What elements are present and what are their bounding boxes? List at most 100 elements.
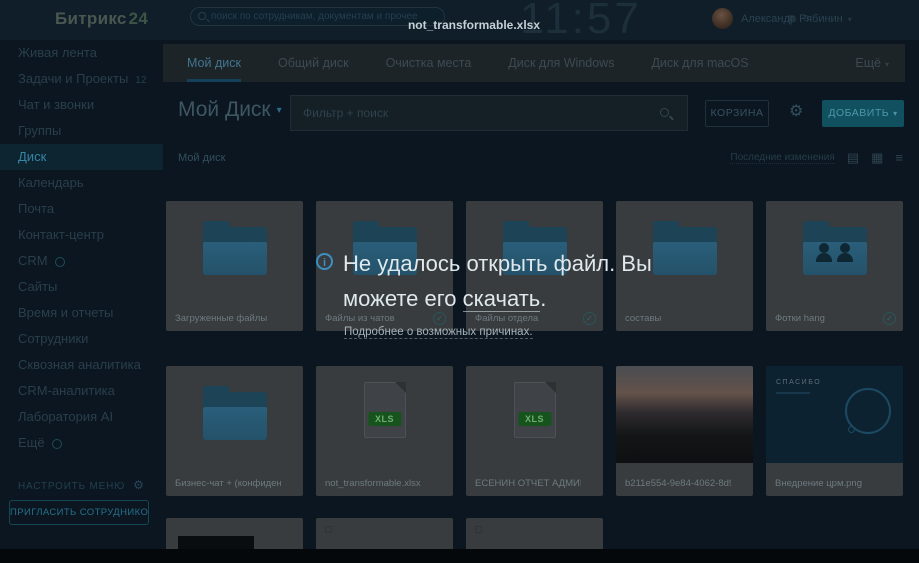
- sidebar-item-label: Задачи и Проекты: [18, 71, 129, 86]
- chevron-down-icon: ▾: [893, 109, 898, 118]
- gear-icon: ⚙: [133, 478, 145, 492]
- chevron-down-icon: ▾: [276, 104, 282, 116]
- trash-button[interactable]: КОРЗИНА: [705, 100, 769, 127]
- file-name: Загруженные файлы: [175, 313, 268, 324]
- tab-cleanup[interactable]: Очистка места: [386, 44, 472, 82]
- invite-employees-button[interactable]: ПРИГЛАСИТЬ СОТРУДНИКОВ +: [9, 500, 149, 525]
- sidebar-item-more[interactable]: Ещё: [0, 430, 163, 456]
- sidebar-item-ai-lab[interactable]: Лаборатория AI: [0, 404, 163, 430]
- sidebar-item-label: Живая лента: [18, 45, 97, 60]
- recent-changes-link[interactable]: Последние изменения: [730, 152, 835, 164]
- folder-icon: [202, 386, 267, 440]
- tab-label: Диск для Windows: [508, 56, 615, 70]
- file-name: Фотки hang: [775, 313, 825, 324]
- filter-search-box: [290, 95, 688, 131]
- sidebar-item-calendar[interactable]: Календарь: [0, 170, 163, 196]
- details-link[interactable]: Подробнее о возможных причинах.: [344, 326, 533, 339]
- file-tile[interactable]: Бизнес-чат + (конфиденци...: [166, 366, 303, 496]
- sidebar-item-label: Сотрудники: [18, 331, 89, 346]
- file-name: not_transformable.xlsx: [325, 478, 421, 489]
- sidebar-item-crm[interactable]: CRM: [0, 248, 163, 274]
- tile-view-icon[interactable]: ▤: [847, 150, 859, 166]
- sidebar-item-label: Лаборатория AI: [18, 409, 114, 424]
- grid-view-icon[interactable]: ▦: [871, 150, 883, 166]
- tab-my-disk[interactable]: Мой диск: [187, 44, 241, 82]
- page-fold: [394, 382, 406, 393]
- viewer-file-title: not_transformable.xlsx: [407, 18, 541, 32]
- tab-shared-disk[interactable]: Общий диск: [278, 44, 349, 82]
- tab-disk-macos[interactable]: Диск для macOS: [651, 44, 748, 82]
- counter-badge: [51, 438, 62, 449]
- sidebar-item-label: CRM-аналитика: [18, 383, 115, 398]
- person-icon: [815, 243, 832, 262]
- tab-more[interactable]: Ещё ▾: [855, 44, 889, 82]
- sidebar-item-disk[interactable]: Диск: [0, 144, 163, 170]
- search-icon[interactable]: [660, 108, 669, 117]
- add-button[interactable]: ДОБАВИТЬ ▾: [822, 100, 904, 127]
- sidebar-item-analytics[interactable]: Сквозная аналитика: [0, 352, 163, 378]
- sidebar-item-contact-center[interactable]: Контакт-центр: [0, 222, 163, 248]
- file-name: Бизнес-чат + (конфиденци...: [175, 478, 281, 489]
- list-view-controls: Последние изменения ▤ ▦ ≡: [730, 150, 903, 166]
- file-tile[interactable]: Фотки hang ✓: [766, 201, 903, 331]
- user-menu[interactable]: Александр Рябинин ▾: [741, 13, 852, 25]
- page-title[interactable]: Мой Диск ▾: [178, 98, 282, 122]
- counter-badge: 12: [135, 75, 147, 86]
- sidebar-item-sites[interactable]: Сайты: [0, 274, 163, 300]
- chevron-down-icon: ▾: [884, 60, 889, 69]
- folder-icon: [202, 221, 267, 275]
- filter-search-input[interactable]: [303, 97, 653, 129]
- file-icon: [475, 526, 482, 533]
- bottom-bar: [0, 549, 919, 563]
- configure-menu-button[interactable]: НАСТРОИТЬ МЕНЮ ⚙: [18, 478, 145, 492]
- xls-file-icon: XLS: [513, 382, 556, 438]
- file-tile[interactable]: СПАСИБО Внедрение црм.png: [766, 366, 903, 496]
- sidebar-item-employees[interactable]: Сотрудники: [0, 326, 163, 352]
- sidebar-item-mail[interactable]: Почта: [0, 196, 163, 222]
- thumbnail-line: [776, 392, 810, 394]
- sidebar-item-crm-analytics[interactable]: CRM-аналитика: [0, 378, 163, 404]
- file-tile[interactable]: XLS ЕСЕНИН ОТЧЕТ АДМИНИ...: [466, 366, 603, 496]
- file-name: ЕСЕНИН ОТЧЕТ АДМИНИ...: [475, 478, 581, 489]
- xls-badge: XLS: [517, 412, 552, 426]
- counter-badge: [54, 256, 65, 267]
- sidebar-item-label: Почта: [18, 201, 55, 216]
- info-icon: i: [316, 253, 333, 270]
- breadcrumb[interactable]: Мой диск: [178, 152, 225, 164]
- shared-folder-icon: [802, 221, 867, 275]
- file-tile[interactable]: XLS not_transformable.xlsx: [316, 366, 453, 496]
- logo-24: 24: [128, 9, 149, 28]
- thumbnail-text: СПАСИБО: [776, 379, 822, 386]
- chevron-down-icon: ▾: [847, 15, 852, 24]
- tab-label: Общий диск: [277, 56, 349, 70]
- sidebar-item-chat[interactable]: Чат и звонки: [0, 92, 163, 118]
- settings-gear-icon[interactable]: ⚙: [789, 101, 803, 121]
- sidebar-item-label: Контакт-центр: [18, 227, 105, 242]
- sidebar-item-time[interactable]: Время и отчеты: [0, 300, 163, 326]
- dot-graphic: [848, 426, 855, 433]
- download-link[interactable]: скачать: [462, 286, 541, 312]
- bitrix-logo[interactable]: Битрикс 24: [55, 9, 148, 29]
- drive-tabbar: Мой диск Общий диск Очистка места Диск для …: [163, 44, 905, 82]
- file-tile[interactable]: Загруженные файлы: [166, 201, 303, 331]
- sidebar-item-label: Диск: [18, 149, 47, 164]
- person-icon: [836, 243, 853, 262]
- file-icon: [325, 526, 332, 533]
- tab-disk-windows[interactable]: Диск для Windows: [508, 44, 614, 82]
- xls-file-icon: XLS: [363, 382, 406, 438]
- list-view-icon[interactable]: ≡: [895, 150, 903, 166]
- sidebar: Живая лента Задачи и Проекты 12 Чат и звонк…: [0, 40, 163, 563]
- sidebar-item-feed[interactable]: Живая лента: [0, 40, 163, 66]
- file-name: Внедрение црм.png: [775, 478, 862, 489]
- folder-icon: [652, 221, 717, 275]
- image-thumbnail: СПАСИБО: [766, 366, 903, 463]
- photo-thumbnail: [616, 366, 753, 463]
- xls-badge: XLS: [367, 412, 402, 426]
- file-tile[interactable]: b211e554-9e84-4062-8d9f...: [616, 366, 753, 496]
- user-avatar[interactable]: [712, 8, 733, 29]
- sidebar-item-tasks[interactable]: Задачи и Проекты 12: [0, 66, 163, 92]
- sidebar-item-groups[interactable]: Группы: [0, 118, 163, 144]
- sidebar-item-label: Время и отчеты: [18, 305, 114, 320]
- bitrix24-drive-page: Битрикс24 11:57 Александр Рябинин▾ Живая…: [0, 0, 919, 563]
- tab-label: Мой диск: [187, 56, 241, 70]
